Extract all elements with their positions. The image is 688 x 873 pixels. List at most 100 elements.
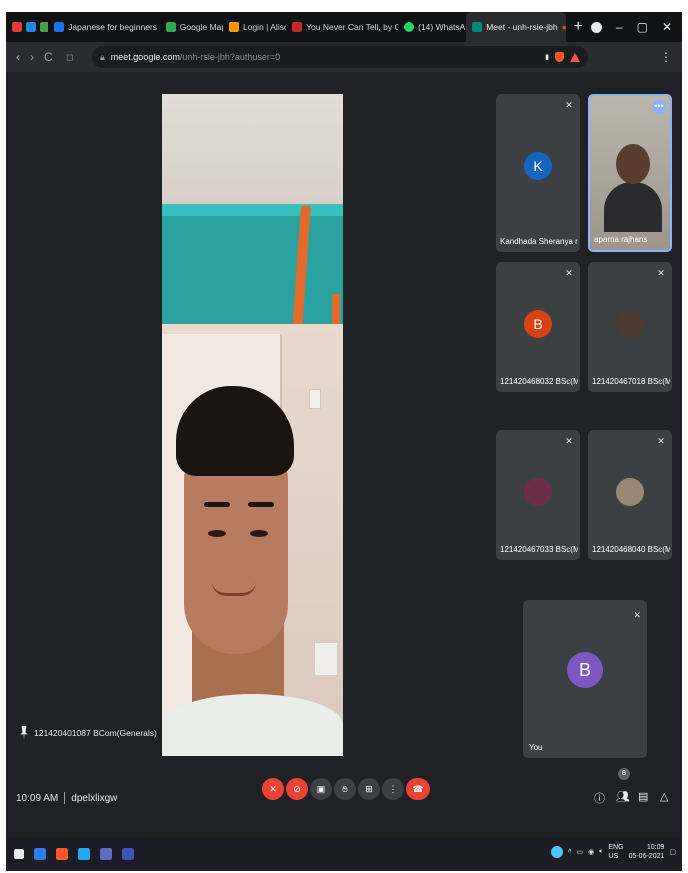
- favicon-icon: [292, 22, 303, 32]
- whatsapp-icon: [404, 22, 415, 32]
- participant-tile[interactable]: ✕ 121420467033 BSc(MSCs): [496, 430, 580, 560]
- tab-label: Japanese for beginners 1 - Hi: [68, 22, 160, 32]
- tab-alison[interactable]: Login | Alison: [223, 12, 286, 42]
- app-icon[interactable]: [122, 848, 134, 860]
- notification-icon[interactable]: ▢: [669, 848, 676, 856]
- reload-icon[interactable]: C: [44, 50, 53, 64]
- close-window-button[interactable]: ✕: [662, 20, 672, 34]
- tab-meet[interactable]: Meet - unh-rsie-jbh●✕: [466, 12, 566, 42]
- browser-window: Japanese for beginners 1 - Hi Google Map…: [6, 12, 682, 871]
- meet-icon: [472, 22, 483, 32]
- self-label: You: [529, 743, 543, 752]
- leave-call-button[interactable]: ☎︎: [406, 778, 430, 800]
- captions-button[interactable]: ▣: [310, 778, 332, 800]
- participant-name: Kandhada Sheranya reddy: [500, 237, 578, 246]
- avatar: [524, 478, 552, 506]
- word-icon[interactable]: [34, 848, 46, 860]
- main-participant-label: 121420401087 BCom(Generals): [20, 726, 157, 740]
- hand-icon: ✋︎: [342, 783, 348, 794]
- pinned-tabs[interactable]: [6, 12, 49, 42]
- wifi-icon[interactable]: ◉: [588, 848, 594, 856]
- mic-off-icon: ✕: [565, 100, 573, 110]
- raise-hand-button[interactable]: ✋︎: [334, 778, 356, 800]
- url-input[interactable]: ◻ 🔒︎ meet.google.com/unh-rsie-jbh?authus…: [66, 46, 588, 68]
- avatar: K: [524, 152, 552, 180]
- volume-icon[interactable]: 🔈︎: [599, 848, 603, 856]
- bookmark-icon[interactable]: ◻: [66, 52, 73, 63]
- tab-whatsapp[interactable]: (14) WhatsApp: [398, 12, 466, 42]
- minimize-button[interactable]: –: [616, 20, 623, 34]
- address-bar: ‹ › C ◻ 🔒︎ meet.google.com/unh-rsie-jbh?…: [6, 42, 682, 72]
- pinned-favicon: [26, 22, 36, 32]
- more-options-button[interactable]: ⋮: [382, 778, 404, 800]
- maximize-button[interactable]: ▢: [637, 20, 648, 34]
- tab-label: (14) WhatsApp: [418, 22, 466, 32]
- language-indicator[interactable]: ENG US: [608, 843, 623, 861]
- people-icon[interactable]: 👥︎: [616, 790, 630, 803]
- windows-taskbar: ^ ▭ ◉ 🔈︎ ENG US 10:09 05-06-2021 ▢: [6, 837, 682, 871]
- present-icon: ⊞: [365, 783, 373, 794]
- system-tray: ^ ▭ ◉ 🔈︎ ENG US 10:09 05-06-2021 ▢: [551, 843, 676, 861]
- info-icon[interactable]: ⓘ: [594, 790, 605, 806]
- camera-off-icon: ⊘: [293, 783, 301, 794]
- avatar: [616, 310, 644, 338]
- url-path: /unh-rsie-jbh?authuser=0: [179, 52, 281, 62]
- app-icon[interactable]: [100, 848, 112, 860]
- tab-japanese[interactable]: Japanese for beginners 1 - Hi: [48, 12, 160, 42]
- camera-indicator-icon[interactable]: ▮: [545, 53, 549, 61]
- present-button[interactable]: ⊞: [358, 778, 380, 800]
- more-vert-icon: ⋮: [388, 783, 398, 794]
- mic-off-icon: ✕: [633, 610, 641, 620]
- avatar: B: [567, 652, 603, 688]
- camera-toggle-button[interactable]: ⊘: [286, 778, 308, 800]
- participant-tile[interactable]: ✕ 121420468040 BSc(MPCs): [588, 430, 672, 560]
- windows-start-icon[interactable]: [14, 849, 24, 859]
- pinned-favicon: [40, 22, 49, 32]
- mic-off-icon: ✕: [657, 268, 665, 278]
- back-icon[interactable]: ‹: [16, 50, 20, 64]
- window-controls: – ▢ ✕: [590, 20, 682, 34]
- participant-name: 121420468032 BSc(MPCs): [500, 377, 578, 386]
- battery-icon[interactable]: ▭: [576, 848, 583, 856]
- mic-toggle-button[interactable]: ✕: [262, 778, 284, 800]
- map-pin-icon: [165, 22, 176, 32]
- url-host: meet.google.com: [110, 52, 180, 62]
- taskbar-clock[interactable]: 10:09 05-06-2021: [629, 843, 665, 861]
- avatar: B: [524, 310, 552, 338]
- participant-tile[interactable]: ✕ 121420467018 BSc(MSCs): [588, 262, 672, 392]
- tray-chevron-icon[interactable]: ^: [568, 849, 571, 856]
- pin-icon[interactable]: [20, 726, 28, 740]
- chat-icon[interactable]: ▤: [638, 790, 648, 803]
- tab-google-maps[interactable]: Google Maps: [160, 12, 223, 42]
- profile-icon[interactable]: [590, 21, 602, 33]
- brave-shield-icon[interactable]: [555, 52, 564, 62]
- participant-tile[interactable]: ✕ B 121420468032 BSc(MPCs): [496, 262, 580, 392]
- participant-name: 121420467018 BSc(MSCs): [592, 377, 670, 386]
- brave-browser-icon[interactable]: [56, 848, 68, 860]
- self-view-tile[interactable]: ✕ B You: [523, 600, 647, 758]
- browser-menu-icon[interactable]: ⋮: [660, 50, 672, 64]
- participant-count-badge: 8: [618, 768, 630, 780]
- tab-book[interactable]: You Never Can Tell, by Georg: [286, 12, 398, 42]
- mic-off-icon: ✕: [269, 783, 277, 794]
- end-call-icon: ☎︎: [412, 783, 424, 794]
- brave-rewards-icon[interactable]: [570, 52, 580, 62]
- more-options-icon[interactable]: •••: [652, 100, 666, 114]
- participant-name: 121420468040 BSc(MPCs): [592, 545, 670, 554]
- vscode-icon[interactable]: [78, 848, 90, 860]
- participant-tile[interactable]: ✕ K Kandhada Sheranya reddy: [496, 94, 580, 252]
- tab-bar: Japanese for beginners 1 - Hi Google Map…: [6, 12, 682, 42]
- favicon-icon: [229, 22, 239, 32]
- tray-app-icon[interactable]: [551, 846, 564, 858]
- participant-tile-active[interactable]: ••• aparna rajhans: [588, 94, 672, 252]
- site-controls: ▮: [545, 52, 588, 62]
- meeting-time: 10:09 AM: [16, 792, 59, 804]
- new-tab-button[interactable]: +: [566, 18, 591, 36]
- participant-video: [616, 144, 650, 184]
- main-video-tile[interactable]: [162, 94, 343, 756]
- participant-name: aparna rajhans: [594, 235, 648, 244]
- forward-icon[interactable]: ›: [30, 50, 34, 64]
- mic-off-icon: ✕: [565, 436, 573, 446]
- tab-label: You Never Can Tell, by Georg: [306, 22, 399, 32]
- activities-icon[interactable]: △: [660, 790, 668, 803]
